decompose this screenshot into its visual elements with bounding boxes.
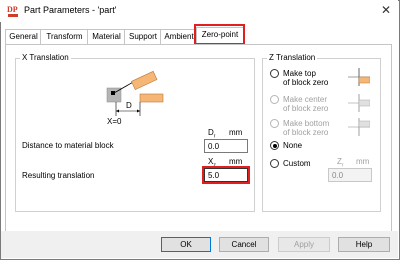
- distance-label: Distance to material block: [22, 141, 114, 150]
- make-top-line2: of block zero: [283, 78, 329, 87]
- radio-none[interactable]: [270, 141, 279, 150]
- apply-button[interactable]: Apply: [278, 237, 330, 252]
- radio-make-bottom[interactable]: [270, 119, 279, 128]
- tab-transform[interactable]: Transform: [40, 29, 89, 44]
- make-bottom-line1: Make bottom: [283, 119, 330, 128]
- title-bar: DP Part Parameters - 'part' ✕: [0, 0, 398, 22]
- app-logo-text: DP: [7, 5, 18, 14]
- make-center-label: Make center of block zero: [283, 95, 328, 113]
- app-logo-icon: DP: [6, 4, 20, 18]
- x-translation-title: X Translation: [20, 53, 71, 62]
- block-bottom-icon: [348, 118, 371, 136]
- block-center-icon: [348, 94, 371, 112]
- none-label: None: [283, 141, 303, 150]
- resulting-unit: mm: [229, 157, 243, 166]
- tab-support[interactable]: Support: [124, 29, 162, 44]
- custom-z-input[interactable]: 0.0: [328, 168, 372, 182]
- make-bottom-label: Make bottom of block zero: [283, 119, 329, 137]
- ok-button[interactable]: OK: [161, 237, 211, 252]
- d-label: D: [126, 101, 132, 110]
- cancel-button[interactable]: Cancel: [219, 237, 269, 252]
- make-center-line2: of block zero: [283, 104, 329, 113]
- custom-var-label: Zr: [337, 157, 344, 169]
- distance-unit: mm: [229, 128, 243, 137]
- distance-input[interactable]: 0.0: [204, 139, 248, 153]
- block-top-icon: [348, 68, 371, 86]
- radio-make-top[interactable]: [270, 69, 279, 78]
- distance-var-label: Dr: [208, 128, 215, 140]
- tab-material[interactable]: Material: [87, 29, 126, 44]
- z-translation-title: Z Translation: [267, 53, 318, 62]
- tab-general[interactable]: General: [5, 29, 42, 44]
- tab-ambient[interactable]: Ambient: [160, 29, 198, 44]
- window-title: Part Parameters - 'part': [24, 5, 117, 15]
- radio-make-center[interactable]: [270, 95, 279, 104]
- help-button[interactable]: Help: [338, 237, 390, 252]
- resulting-highlight-box: [202, 166, 250, 184]
- make-top-label: Make top of block zero: [283, 69, 328, 87]
- make-bottom-line2: of block zero: [283, 128, 329, 137]
- radio-custom[interactable]: [270, 159, 279, 168]
- tab-highlight-box: [194, 24, 245, 45]
- make-center-line1: Make center: [283, 95, 328, 104]
- custom-unit: mm: [356, 157, 370, 166]
- tool-upper-shape: [131, 70, 158, 91]
- close-icon[interactable]: ✕: [378, 2, 394, 18]
- make-top-line1: Make top: [283, 69, 316, 78]
- custom-label: Custom: [283, 159, 311, 168]
- tool-lower-shape: [139, 93, 164, 103]
- x0-label: X=0: [107, 117, 122, 126]
- resulting-label: Resulting translation: [22, 171, 95, 180]
